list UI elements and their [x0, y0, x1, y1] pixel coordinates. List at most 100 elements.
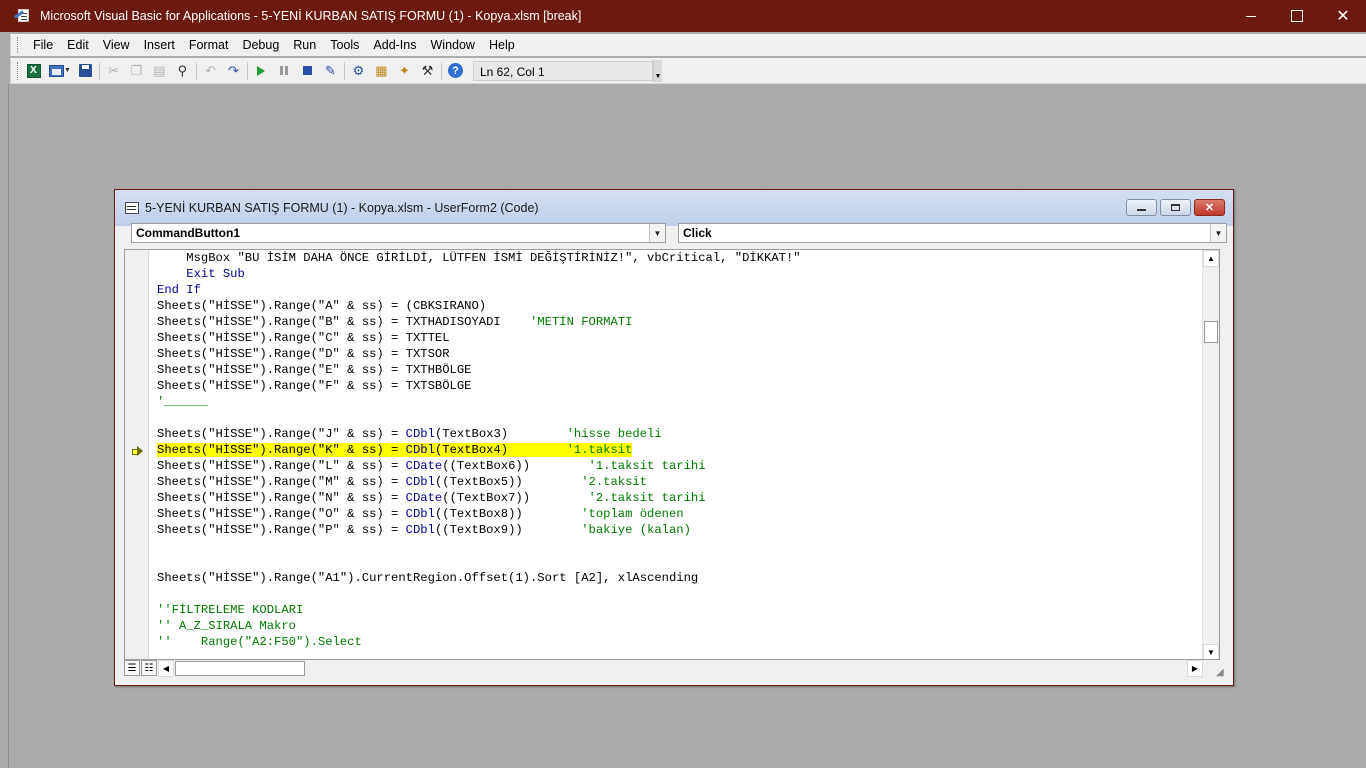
- scroll-up-arrow-icon[interactable]: ▲: [1203, 250, 1219, 267]
- code-token: ((TextBox7)): [442, 491, 589, 505]
- code-line[interactable]: Sheets("HİSSE").Range("O" & ss) = CDbl((…: [157, 506, 801, 522]
- insert-dropdown-arrow-icon[interactable]: ▼: [64, 67, 71, 74]
- chevron-down-icon[interactable]: ▼: [1210, 224, 1226, 242]
- menu-help[interactable]: Help: [482, 38, 522, 52]
- toolbar-grip[interactable]: [17, 61, 20, 80]
- toolbox-button[interactable]: ⚒: [416, 60, 439, 82]
- code-line[interactable]: End If: [157, 282, 801, 298]
- code-token: ((TextBox8)): [434, 507, 582, 521]
- code-line[interactable]: ''FİLTRELEME KODLARI: [157, 602, 801, 618]
- code-token: Sheets("HİSSE").Range("E" & ss) = TXTHBÖ…: [157, 363, 472, 377]
- help-button[interactable]: ?: [444, 60, 467, 82]
- code-line[interactable]: [157, 586, 801, 602]
- design-mode-button[interactable]: ✎: [319, 60, 342, 82]
- code-editor[interactable]: MsgBox "BU İSİM DAHA ÖNCE GİRİLDİ, LÜTFE…: [124, 249, 1220, 660]
- code-line[interactable]: Sheets("HİSSE").Range("K" & ss) = CDbl(T…: [157, 442, 801, 458]
- view-excel-button[interactable]: X: [22, 60, 45, 82]
- code-token: 'bakiye (kalan): [581, 523, 691, 537]
- vertical-scroll-thumb[interactable]: [1204, 321, 1218, 343]
- code-line[interactable]: MsgBox "BU İSİM DAHA ÖNCE GİRİLDİ, LÜTFE…: [157, 250, 800, 266]
- margin-indicator-bar[interactable]: [125, 250, 149, 659]
- undo-button[interactable]: ↶: [199, 60, 222, 82]
- full-module-view-button[interactable]: ☷: [141, 660, 157, 676]
- code-token: Sheets("HİSSE").Range("A1").CurrentRegio…: [157, 571, 699, 585]
- resize-grip-icon[interactable]: ◢: [1216, 667, 1230, 679]
- procedure-view-button[interactable]: ☰: [124, 660, 140, 676]
- code-window: 5-YENİ KURBAN SATIŞ FORMU (1) - Kopya.xl…: [114, 189, 1234, 686]
- minimize-button[interactable]: [1228, 0, 1274, 32]
- code-line[interactable]: Sheets("HİSSE").Range("A1").CurrentRegio…: [157, 570, 801, 586]
- code-token: ((TextBox6)): [442, 459, 589, 473]
- excel-icon: X: [26, 63, 41, 78]
- vba-app-icon[interactable]: [14, 9, 32, 23]
- project-explorer-button[interactable]: ⚙: [347, 60, 370, 82]
- reset-button[interactable]: [296, 60, 319, 82]
- scroll-left-arrow-icon[interactable]: ◀: [158, 660, 174, 677]
- code-line[interactable]: Sheets("HİSSE").Range("F" & ss) = TXTSBÖ…: [157, 378, 801, 394]
- maximize-button[interactable]: [1274, 0, 1320, 32]
- properties-window-button[interactable]: ▦: [370, 60, 393, 82]
- menu-tools[interactable]: Tools: [323, 38, 366, 52]
- run-button[interactable]: [250, 60, 273, 82]
- code-line[interactable]: Sheets("HİSSE").Range("L" & ss) = CDate(…: [157, 458, 801, 474]
- menu-format[interactable]: Format: [182, 38, 236, 52]
- code-line[interactable]: [157, 410, 801, 426]
- code-window-titlebar[interactable]: 5-YENİ KURBAN SATIŞ FORMU (1) - Kopya.xl…: [115, 190, 1233, 226]
- code-line[interactable]: Sheets("HİSSE").Range("B" & ss) = TXTHAD…: [157, 314, 801, 330]
- vertical-scrollbar[interactable]: ▲ ▼: [1202, 250, 1219, 659]
- find-button[interactable]: ⚲: [171, 60, 194, 82]
- design-mode-icon: ✎: [324, 62, 336, 78]
- paste-button[interactable]: ▤: [148, 60, 171, 82]
- window-controls: ✕: [1228, 0, 1366, 32]
- code-line[interactable]: Exit Sub: [157, 266, 801, 282]
- code-line[interactable]: Sheets("HİSSE").Range("C" & ss) = TXTTEL: [157, 330, 801, 346]
- object-dropdown[interactable]: CommandButton1 ▼: [131, 223, 666, 243]
- procedure-dropdown[interactable]: Click ▼: [678, 223, 1227, 243]
- code-line[interactable]: [157, 554, 801, 570]
- menu-file[interactable]: File: [26, 38, 60, 52]
- cursor-position: Ln 62, Col 1: [472, 60, 653, 81]
- code-token: 'toplam ödenen: [581, 507, 684, 521]
- cut-button[interactable]: ✂: [102, 60, 125, 82]
- execution-point-arrow-icon: [132, 446, 144, 456]
- code-token: Sheets("HİSSE").Range("L" & ss) =: [157, 459, 406, 473]
- scroll-down-arrow-icon[interactable]: ▼: [1203, 644, 1219, 659]
- code-line[interactable]: Sheets("HİSSE").Range("N" & ss) = CDate(…: [157, 490, 801, 506]
- code-window-close-button[interactable]: ✕: [1194, 199, 1225, 216]
- close-button[interactable]: ✕: [1320, 0, 1366, 32]
- chevron-down-icon[interactable]: ▼: [649, 224, 665, 242]
- scroll-right-arrow-icon[interactable]: ▶: [1187, 660, 1203, 677]
- menu-window[interactable]: Window: [424, 38, 482, 52]
- save-button[interactable]: [74, 60, 97, 82]
- horizontal-scroll-thumb[interactable]: [175, 661, 305, 676]
- code-line[interactable]: Sheets("HİSSE").Range("P" & ss) = CDbl((…: [157, 522, 801, 538]
- code-line[interactable]: '______: [157, 394, 801, 410]
- menu-view[interactable]: View: [96, 38, 137, 52]
- menu-debug[interactable]: Debug: [235, 38, 286, 52]
- code-token: ''FİLTRELEME KODLARI: [157, 603, 304, 617]
- redo-button[interactable]: ↷: [222, 60, 245, 82]
- menu-insert[interactable]: Insert: [137, 38, 182, 52]
- code-token: CDbl: [405, 443, 435, 457]
- code-line[interactable]: '' Range("A2:F50").Select: [157, 634, 801, 650]
- toolbar-options-icon[interactable]: ▼: [652, 59, 662, 82]
- code-window-restore-button[interactable]: [1160, 199, 1191, 216]
- code-line[interactable]: Sheets("HİSSE").Range("E" & ss) = TXTHBÖ…: [157, 362, 801, 378]
- menubar-grip[interactable]: [17, 37, 20, 53]
- code-line[interactable]: '' A_Z_SIRALA Makro: [157, 618, 801, 634]
- object-browser-button[interactable]: ✦: [393, 60, 416, 82]
- break-button[interactable]: [273, 60, 296, 82]
- code-line[interactable]: Sheets("HİSSE").Range("A" & ss) = (CBKSI…: [157, 298, 801, 314]
- menu-add-ins[interactable]: Add-Ins: [366, 38, 423, 52]
- code-window-icon: [125, 202, 139, 214]
- code-line[interactable]: Sheets("HİSSE").Range("D" & ss) = TXTSOR: [157, 346, 801, 362]
- code-line[interactable]: Sheets("HİSSE").Range("J" & ss) = CDbl(T…: [157, 426, 801, 442]
- menu-run[interactable]: Run: [286, 38, 323, 52]
- code-window-minimize-button[interactable]: [1126, 199, 1157, 216]
- code-line[interactable]: [157, 538, 801, 554]
- code-line[interactable]: Sheets("HİSSE").Range("M" & ss) = CDbl((…: [157, 474, 801, 490]
- copy-button[interactable]: ❐: [125, 60, 148, 82]
- code-text[interactable]: MsgBox "BU İSİM DAHA ÖNCE GİRİLDİ, LÜTFE…: [157, 250, 801, 650]
- menu-edit[interactable]: Edit: [60, 38, 96, 52]
